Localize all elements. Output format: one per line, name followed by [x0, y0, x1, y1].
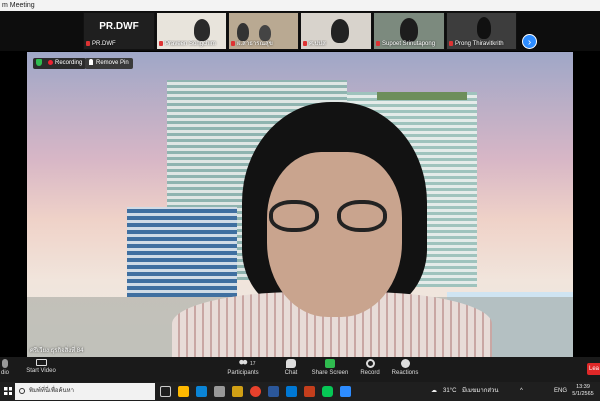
participant-thumbnail[interactable]: Prong Thiravitkrith	[446, 12, 517, 50]
chevron-right-icon: ›	[527, 37, 532, 48]
start-button[interactable]	[0, 382, 15, 401]
folder-icon[interactable]	[232, 386, 243, 397]
reactions-button[interactable]: Reactions	[380, 359, 430, 376]
zoom-window: m Meeting PR.DWF PR.DWF Praveen Songchim…	[0, 0, 600, 401]
shield-icon	[36, 58, 42, 66]
tray-chevron-icon[interactable]: ^	[520, 382, 523, 401]
participant-thumbnail[interactable]: PR.DWF PR.DWF	[83, 12, 155, 50]
participant-name: ศ.ปปส	[309, 41, 326, 47]
glasses-lens	[337, 200, 387, 232]
record-icon	[365, 359, 375, 368]
zoom-icon[interactable]	[340, 386, 351, 397]
weather-text: มีเมฆมากส่วน	[462, 388, 499, 394]
participant-name: Supoet Srinutapong	[382, 41, 436, 47]
store-icon[interactable]	[214, 386, 225, 397]
participants-label: Participants	[227, 370, 259, 376]
building-sign	[377, 92, 467, 100]
search-placeholder: พิมพ์ที่นี่เพื่อค้นหา	[29, 388, 74, 394]
taskbar-clock[interactable]: 13:39 5/1/2565	[568, 384, 598, 398]
pin-icon	[89, 59, 93, 66]
clock-time: 13:39	[576, 384, 590, 390]
file-explorer-icon[interactable]	[178, 386, 189, 397]
participant-thumbnail[interactable]: Supoet Srinutapong	[373, 12, 445, 50]
share-screen-label: Share Screen	[311, 370, 349, 376]
participants-icon	[238, 359, 248, 368]
powerpoint-icon[interactable]	[304, 386, 315, 397]
taskbar-search-input[interactable]: พิมพ์ที่นี่เพื่อค้นหา	[15, 383, 155, 400]
record-dot-icon	[48, 59, 53, 65]
meeting-toolbar: dio Start Video Participants 17 Chat Sha…	[0, 357, 600, 382]
thumbnail-strip: PR.DWF PR.DWF Praveen Songchim ฝ.สาธารณส…	[0, 11, 600, 51]
windows-taskbar: พิมพ์ที่นี่เพื่อค้นหา ☁ 31°C มีเมฆมากส่ว…	[0, 382, 600, 401]
participant-video	[237, 23, 249, 41]
participant-video	[400, 18, 418, 42]
window-title: m Meeting	[0, 0, 600, 11]
share-screen-icon	[325, 359, 335, 368]
participants-button[interactable]: Participants 17	[218, 359, 268, 376]
search-icon	[19, 388, 25, 394]
participant-name: PR.DWF	[92, 41, 116, 47]
participants-count: 17	[250, 361, 256, 367]
recording-label: Recording	[55, 60, 83, 66]
background-building	[127, 207, 237, 297]
weather-icon[interactable]: ☁	[431, 382, 437, 401]
record-label: Record	[360, 370, 380, 376]
edge-icon[interactable]	[196, 386, 207, 397]
chat-bubble-icon	[286, 359, 296, 368]
speaker-name: ศรีเวียง ธุรกิจสิ่งที่ 84	[30, 348, 84, 354]
muted-mic-icon	[376, 40, 380, 46]
participant-thumbnail[interactable]: ศ.ปปส	[300, 12, 372, 50]
participant-video	[477, 17, 491, 39]
language-indicator[interactable]: ENG	[554, 382, 567, 401]
speaker-face	[267, 152, 402, 317]
microphone-icon	[2, 359, 8, 368]
participant-name: ฝ.สาธารณสุข	[237, 41, 273, 47]
glasses-lens	[269, 200, 319, 232]
participant-video	[194, 19, 210, 41]
smiley-icon	[400, 359, 410, 368]
line-icon[interactable]	[322, 386, 333, 397]
remove-pin-label: Remove Pin	[96, 60, 129, 66]
remove-pin-button[interactable]: Remove Pin	[85, 58, 133, 69]
participant-video	[259, 25, 271, 41]
word-icon[interactable]	[268, 386, 279, 397]
recording-indicator: Recording	[33, 58, 87, 69]
task-view-icon[interactable]	[160, 386, 171, 397]
chrome-icon[interactable]	[250, 386, 261, 397]
video-camera-icon	[35, 359, 47, 366]
participant-thumbnail[interactable]: Praveen Songchim	[156, 12, 227, 50]
chat-label: Chat	[284, 370, 298, 376]
muted-mic-icon	[303, 40, 307, 46]
muted-mic-icon	[159, 40, 163, 46]
next-page-button[interactable]: ›	[522, 34, 537, 49]
participant-name: Praveen Songchim	[165, 41, 216, 47]
windows-logo-icon	[4, 387, 12, 395]
leave-button[interactable]: Lea	[587, 363, 600, 375]
muted-mic-icon	[231, 40, 235, 46]
reactions-label: Reactions	[391, 370, 419, 376]
participant-name-large: PR.DWF	[99, 21, 139, 32]
temperature: 31°C	[443, 388, 457, 394]
participant-name: Prong Thiravitkrith	[455, 41, 504, 47]
audio-label: dio	[0, 370, 9, 376]
start-video-label: Start Video	[26, 368, 56, 374]
participant-thumbnail[interactable]: ฝ.สาธารณสุข	[228, 12, 299, 50]
clock-date: 5/1/2565	[572, 391, 594, 397]
muted-mic-icon	[86, 40, 90, 46]
muted-mic-icon	[449, 40, 453, 46]
outlook-icon[interactable]	[286, 386, 297, 397]
start-video-button[interactable]: Start Video	[16, 359, 66, 374]
main-video: Recording Remove Pin ศรีเวียง ธุรกิจสิ่ง…	[27, 52, 573, 357]
